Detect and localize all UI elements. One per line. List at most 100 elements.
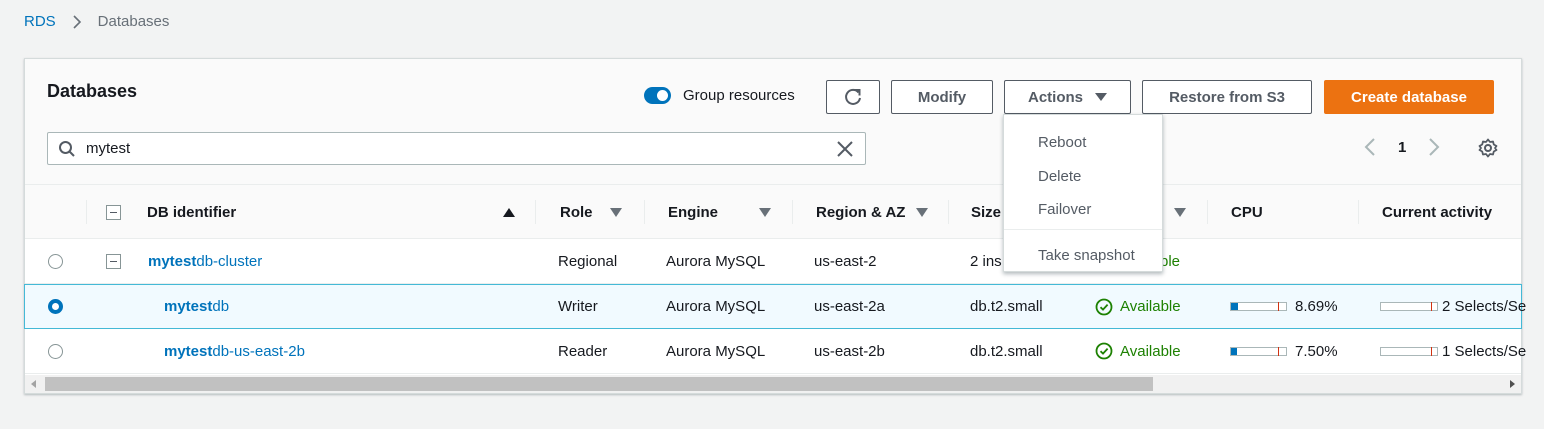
actions-dropdown-menu: Reboot Delete Failover Take snapshot [1003, 114, 1163, 272]
cpu-cell: 7.50% [1230, 329, 1338, 373]
gear-icon[interactable] [1478, 138, 1498, 158]
refresh-button[interactable] [826, 80, 880, 114]
column-size[interactable]: Size [971, 185, 1001, 239]
status-cell: Available [1095, 285, 1181, 328]
status-cell: Available [1095, 329, 1181, 373]
activity-value: 2 Selects/Se [1442, 298, 1527, 315]
db-identifier-link[interactable]: mytest db-cluster [148, 239, 262, 283]
role-cell: Reader [558, 342, 608, 360]
page-number[interactable]: 1 [1398, 139, 1406, 156]
page-title: Databases [47, 81, 138, 101]
engine-cell: Aurora MySQL [666, 298, 766, 315]
column-label: CPU [1231, 203, 1263, 221]
column-label: DB identifier [147, 203, 237, 221]
refresh-icon [845, 88, 861, 105]
cpu-value: 7.50% [1295, 342, 1338, 360]
sort-icon [759, 207, 771, 217]
status-cell: ble [1160, 252, 1181, 270]
menu-item-failover[interactable]: Failover [1038, 201, 1091, 218]
column-region-az[interactable]: Region & AZ [816, 185, 928, 239]
cpu-bar [1230, 302, 1287, 311]
search-bar: mytest [47, 132, 866, 165]
close-icon[interactable] [835, 139, 855, 159]
column-db-identifier[interactable]: DB identifier [147, 185, 515, 239]
scroll-right-icon[interactable] [1510, 380, 1515, 388]
actions-button[interactable]: Actions [1004, 80, 1131, 114]
pagination: 1 [1362, 137, 1442, 157]
column-label: Engine [668, 203, 719, 221]
cpu-bar [1230, 346, 1287, 356]
breadcrumb: RDS Databases [24, 13, 169, 30]
sort-ascending-icon [503, 207, 515, 217]
cpu-value: 8.69% [1295, 298, 1338, 315]
expand-all-toggle[interactable] [106, 185, 121, 239]
table-row[interactable]: mytest db-us-east-2b Reader Aurora MySQL … [25, 329, 1526, 374]
row-radio[interactable] [48, 329, 63, 373]
table-row[interactable]: mytest db-cluster Regional Aurora MySQL u… [25, 239, 1521, 284]
activity-value: 1 Selects/Se [1442, 342, 1527, 360]
table-header: DB identifier Role Engine Region & AZ Si… [25, 185, 1521, 239]
menu-item-take-snapshot[interactable]: Take snapshot [1038, 247, 1135, 264]
engine-cell: Aurora MySQL [666, 252, 766, 270]
region-cell: us-east-2b [814, 342, 885, 360]
modify-button[interactable]: Modify [891, 80, 993, 114]
scroll-left-icon[interactable] [31, 380, 36, 388]
role-cell: Writer [558, 298, 598, 315]
sort-icon [916, 207, 928, 217]
chevron-right-icon [73, 14, 81, 29]
chevron-right-icon[interactable] [1426, 137, 1442, 157]
region-cell: us-east-2a [814, 298, 885, 315]
panel-header: Databases Group resources Modify Actions… [25, 59, 1521, 185]
horizontal-scrollbar[interactable] [25, 375, 1521, 393]
group-resources-label: Group resources [683, 87, 795, 104]
region-cell: us-east-2 [814, 252, 877, 270]
column-label: Current activity [1382, 203, 1493, 221]
search-input[interactable]: mytest [86, 140, 835, 157]
status-text: Available [1120, 298, 1181, 315]
column-engine[interactable]: Engine [668, 185, 771, 239]
column-status[interactable] [1174, 185, 1186, 239]
engine-cell: Aurora MySQL [666, 342, 766, 360]
cpu-cell: 8.69% [1230, 285, 1338, 328]
sort-icon [1174, 207, 1186, 217]
caret-down-icon [1095, 93, 1107, 101]
chevron-left-icon[interactable] [1362, 137, 1378, 157]
column-label: Size [971, 203, 1002, 221]
scrollbar-thumb[interactable] [45, 377, 1153, 391]
row-radio[interactable] [48, 239, 63, 283]
size-cell: db.t2.small [970, 342, 1043, 360]
activity-bar [1380, 302, 1438, 311]
check-circle-icon [1095, 342, 1113, 360]
breadcrumb-rds-link[interactable]: RDS [24, 13, 56, 30]
create-database-button[interactable]: Create database [1324, 80, 1494, 114]
toggle-switch[interactable] [644, 87, 671, 104]
role-cell: Regional [558, 252, 618, 270]
actions-label: Actions [1027, 88, 1083, 106]
collapse-toggle[interactable] [106, 239, 121, 283]
databases-panel: Databases Group resources Modify Actions… [24, 58, 1526, 394]
search-icon [59, 140, 75, 157]
size-cell: 2 ins [970, 252, 1002, 270]
activity-bar [1380, 346, 1438, 356]
column-current-activity[interactable]: Current activity [1382, 185, 1492, 239]
db-identifier-link[interactable]: mytest db-us-east-2b [164, 329, 305, 373]
menu-item-delete[interactable]: Delete [1038, 168, 1081, 185]
size-cell: db.t2.small [970, 298, 1043, 315]
column-role[interactable]: Role [560, 185, 622, 239]
breadcrumb-current: Databases [97, 13, 170, 30]
menu-divider [1004, 229, 1162, 230]
table-row[interactable]: mytest db Writer Aurora MySQL us-east-2a … [24, 284, 1526, 329]
column-label: Region & AZ [816, 203, 906, 221]
activity-cell: 2 Selects/Se [1380, 285, 1526, 328]
status-text: Available [1120, 342, 1181, 360]
check-circle-icon [1095, 298, 1113, 315]
db-identifier-link[interactable]: mytest db [164, 285, 229, 328]
column-label: Role [560, 203, 593, 221]
column-cpu[interactable]: CPU [1231, 185, 1263, 239]
group-resources-toggle[interactable]: Group resources [644, 87, 795, 104]
sort-icon [610, 207, 622, 217]
restore-from-s3-button[interactable]: Restore from S3 [1142, 80, 1312, 114]
row-radio[interactable] [48, 285, 63, 328]
menu-item-reboot[interactable]: Reboot [1038, 134, 1086, 151]
activity-cell: 1 Selects/Se [1380, 329, 1526, 373]
